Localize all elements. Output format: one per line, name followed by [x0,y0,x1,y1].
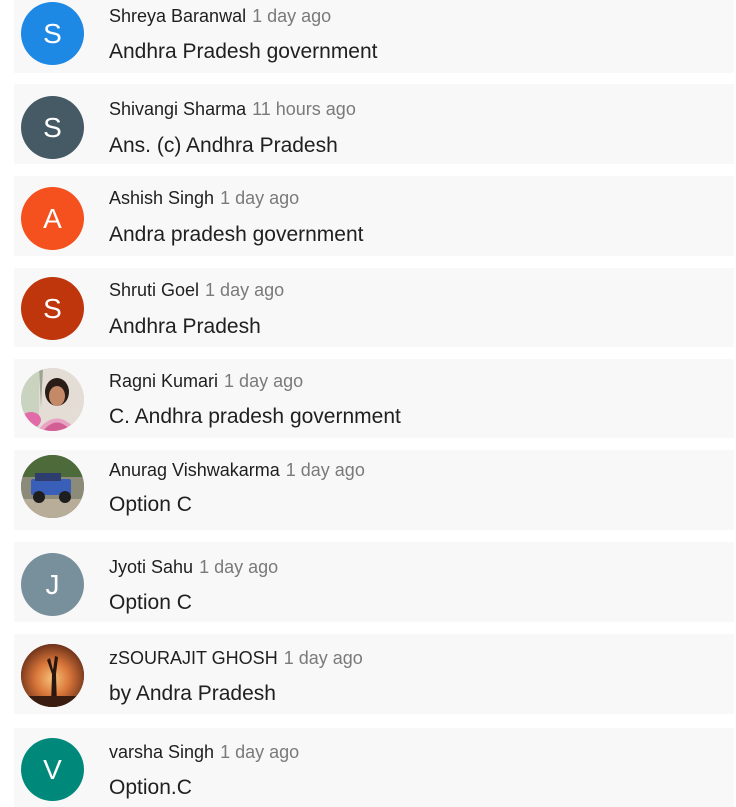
avatar[interactable] [21,455,84,518]
comment-meta: Ashish Singh 1 day ago [109,187,299,209]
timestamp: 1 day ago [252,6,332,26]
comment-item: S Shruti Goel 1 day ago Andhra Pradesh [14,268,734,347]
comment-item: V varsha Singh 1 day ago Option.C [14,728,734,807]
comment-text: Option.C [109,776,192,799]
comment-item: A Ashish Singh 1 day ago Andra pradesh go… [14,176,734,256]
jeep-photo-icon [21,455,84,518]
avatar-initial: A [43,202,62,234]
avatar-initial: V [43,753,62,785]
comment-meta: varsha Singh 1 day ago [109,741,299,763]
author-name[interactable]: Shivangi Sharma [109,99,246,119]
comment-meta: Ragni Kumari 1 day ago [109,370,303,392]
comment-meta: Shivangi Sharma 11 hours ago [109,98,356,120]
avatar[interactable]: A [21,187,84,250]
comment-meta: Shreya Baranwal 1 day ago [109,5,331,27]
author-name[interactable]: Ragni Kumari [109,371,218,391]
timestamp: 1 day ago [220,742,300,762]
author-name[interactable]: Jyoti Sahu [109,557,193,577]
timestamp: 1 day ago [224,371,304,391]
comment-text: Andhra Pradesh [109,315,261,338]
avatar-initial: S [43,111,62,143]
comment-item: Anurag Vishwakarma 1 day ago Option C [14,450,734,530]
comment-item: S Shivangi Sharma 11 hours ago Ans. (c) A… [14,84,734,164]
avatar[interactable]: S [21,277,84,340]
timestamp: 1 day ago [205,280,285,300]
comment-text: Ans. (c) Andhra Pradesh [109,134,338,157]
author-name[interactable]: zSOURAJIT GHOSH [109,648,278,668]
comment-text: Andra pradesh government [109,223,364,246]
comment-item: zSOURAJIT GHOSH 1 day ago by Andra Prades… [14,634,734,714]
timestamp: 1 day ago [199,557,279,577]
comment-meta: zSOURAJIT GHOSH 1 day ago [109,647,363,669]
comment-item: J Jyoti Sahu 1 day ago Option C [14,542,734,622]
avatar[interactable] [21,644,84,707]
avatar-initial: S [43,292,62,324]
author-name[interactable]: Anurag Vishwakarma [109,460,280,480]
comment-meta: Anurag Vishwakarma 1 day ago [109,459,365,481]
avatar-initial: S [43,17,62,49]
author-name[interactable]: Ashish Singh [109,188,214,208]
avatar[interactable]: S [21,96,84,159]
avatar[interactable]: J [21,553,84,616]
timestamp: 1 day ago [220,188,300,208]
avatar[interactable] [21,368,84,431]
author-name[interactable]: varsha Singh [109,742,214,762]
author-name[interactable]: Shruti Goel [109,280,199,300]
author-name[interactable]: Shreya Baranwal [109,6,246,26]
comment-item: S Shreya Baranwal 1 day ago Andhra Prades… [14,0,734,73]
avatar-initial: J [45,568,60,600]
timestamp: 1 day ago [285,460,365,480]
sunset-silhouette-photo-icon [21,644,84,707]
comment-text: Andhra Pradesh government [109,40,378,63]
comment-meta: Shruti Goel 1 day ago [109,279,284,301]
avatar[interactable]: S [21,2,84,65]
timestamp: 11 hours ago [252,99,356,119]
person-photo-icon [21,368,84,431]
timestamp: 1 day ago [283,648,363,668]
avatar[interactable]: V [21,738,84,801]
comment-text: C. Andhra pradesh government [109,405,401,428]
comment-text: Option C [109,493,192,516]
comment-text: by Andra Pradesh [109,682,276,705]
comment-item: Ragni Kumari 1 day ago C. Andhra pradesh … [14,359,734,438]
comment-meta: Jyoti Sahu 1 day ago [109,556,278,578]
comment-text: Option C [109,591,192,614]
